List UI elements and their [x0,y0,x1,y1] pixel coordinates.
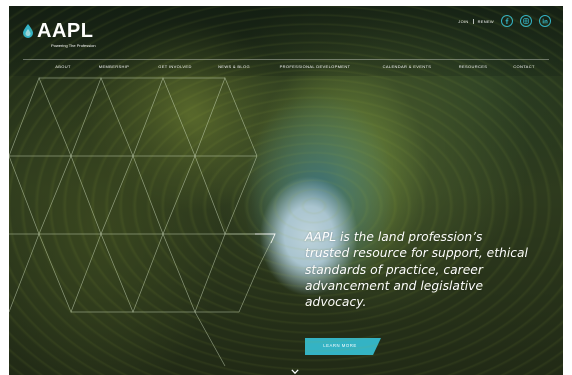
hero-headline-line: advancement and legislative [305,278,484,293]
main-nav: ABOUT MEMBERSHIP GET INVOLVED NEWS & BLO… [9,64,563,74]
learn-more-button[interactable]: LEARN MORE [305,338,381,355]
nav-contact[interactable]: CONTACT [513,64,535,69]
nav-divider [23,59,549,60]
hero-headline-line: AAPL is the land profession’s [305,230,483,244]
hero-headline: AAPL is the land profession’s trusted re… [305,229,555,310]
nav-calendar-events[interactable]: CALENDAR & EVENTS [383,64,432,69]
nav-news-blog[interactable]: NEWS & BLOG [218,64,250,69]
utility-divider [472,18,474,24]
nav-resources[interactable]: RESOURCES [459,64,488,69]
linkedin-icon[interactable] [539,15,551,27]
water-drop-icon [23,24,33,38]
facebook-icon[interactable] [501,15,513,27]
nav-about[interactable]: ABOUT [55,64,71,69]
nav-get-involved[interactable]: GET INVOLVED [158,64,191,69]
chevron-down-icon[interactable] [291,369,299,375]
join-link[interactable]: JOIN [458,19,468,24]
hero-headline-line: trusted resource for support, ethical [305,246,528,261]
learn-more-label: LEARN MORE [323,343,357,348]
instagram-icon[interactable] [520,15,532,27]
hero-headline-line: standards of practice, career [305,262,483,277]
nav-membership[interactable]: MEMBERSHIP [99,64,129,69]
aapl-logo[interactable]: AAPL Powering The Profession [23,20,113,52]
utility-bar: JOIN RENEW [458,14,551,28]
logo-tagline: Powering The Profession [51,43,96,48]
logo-wordmark: AAPL [37,20,94,42]
renew-link[interactable]: RENEW [478,19,494,24]
hero-headline-line: advocacy. [305,295,367,310]
triangle-pattern [9,77,276,367]
nav-professional-development[interactable]: PROFESSIONAL DEVELOPMENT [280,64,351,69]
hero-section: AAPL Powering The Profession JOIN RENEW … [9,6,563,375]
